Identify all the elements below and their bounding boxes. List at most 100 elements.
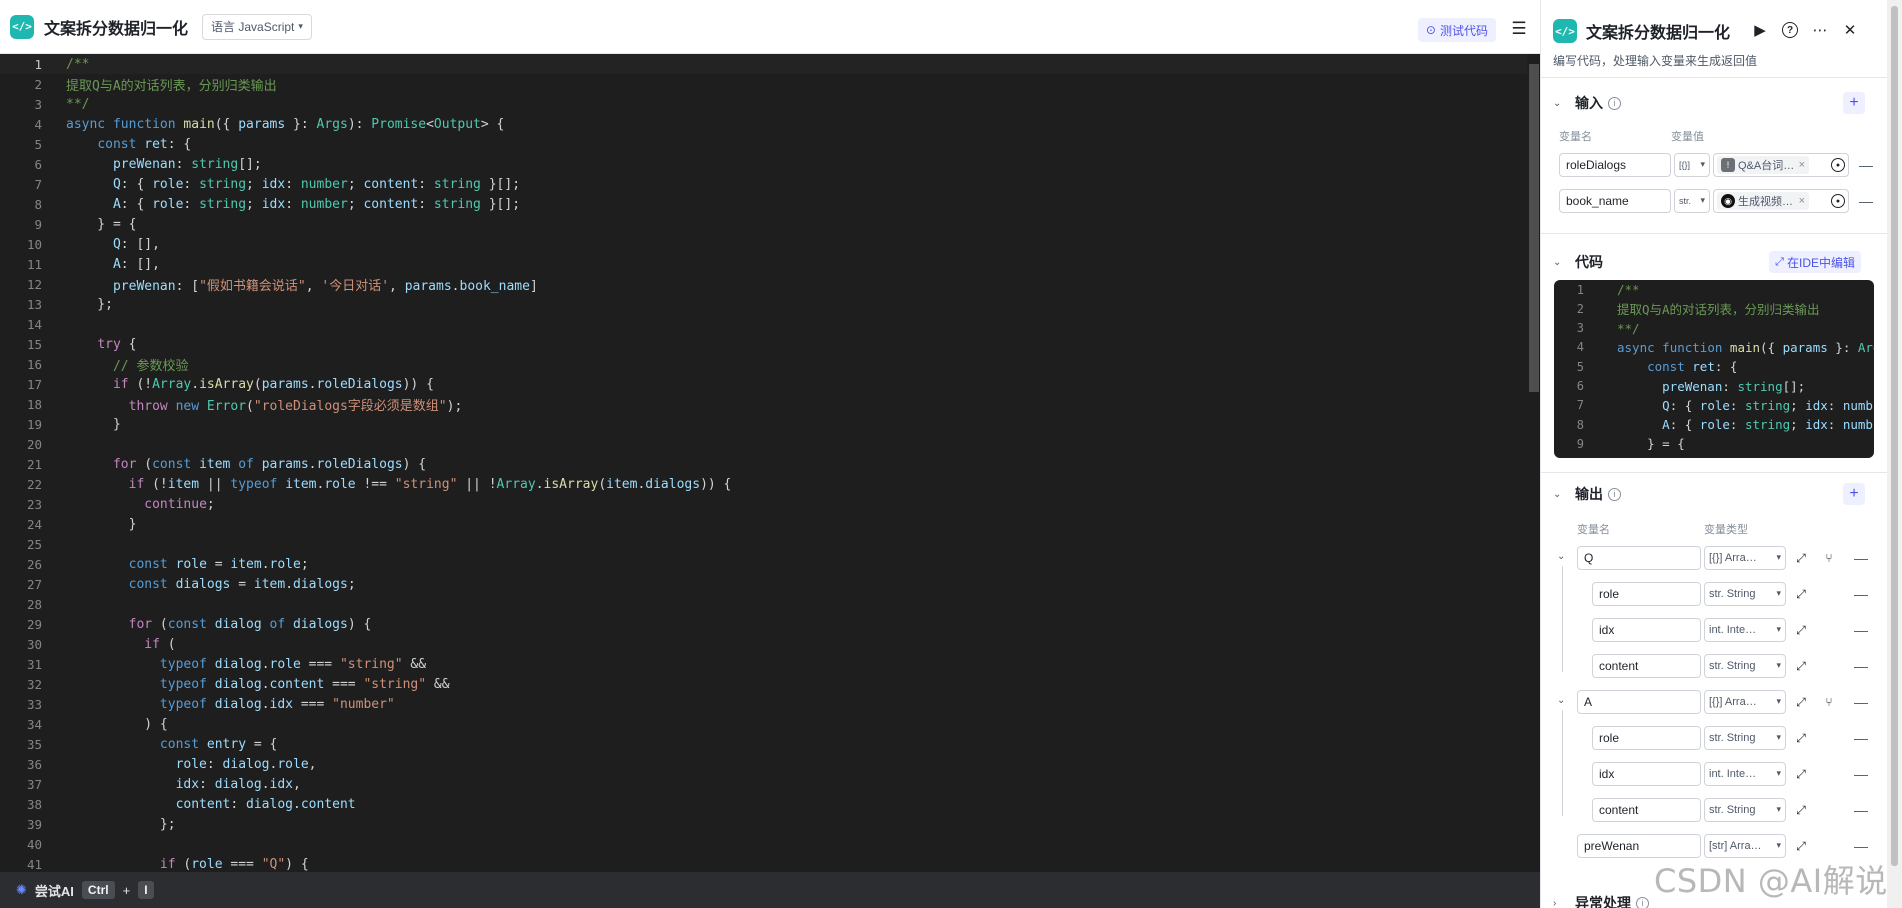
remove-output-icon[interactable]: —: [1854, 694, 1868, 710]
expand-icon[interactable]: ⤢: [1793, 802, 1809, 818]
expand-icon[interactable]: ⤢: [1793, 766, 1809, 782]
code-line[interactable]: 23 continue;: [0, 494, 1528, 514]
chevron-down-icon[interactable]: ⌄: [1553, 489, 1569, 500]
reference-tag[interactable]: ! Q&A台词… ×: [1717, 156, 1809, 174]
chevron-down-icon[interactable]: ⌄: [1557, 551, 1565, 562]
code-line[interactable]: 30 if (: [0, 634, 1528, 654]
code-line[interactable]: 16 // 参数校验: [0, 354, 1528, 374]
add-child-icon[interactable]: ⑂: [1821, 694, 1837, 710]
target-icon[interactable]: ●: [1831, 194, 1845, 208]
output-variable-name[interactable]: content: [1592, 654, 1701, 678]
output-type-select[interactable]: [{}] Arra… ▾: [1704, 546, 1786, 570]
output-type-select[interactable]: [{}] Arra… ▾: [1704, 690, 1786, 714]
code-line[interactable]: 13 };: [0, 294, 1528, 314]
test-code-button[interactable]: ⊙ 测试代码: [1417, 18, 1496, 42]
output-type-select[interactable]: [str] Arra… ▾: [1704, 834, 1786, 858]
editor-scrollbar[interactable]: [1529, 64, 1539, 392]
code-line[interactable]: 22 if (!item || typeof item.role !== "st…: [0, 474, 1528, 494]
target-icon[interactable]: ●: [1831, 158, 1845, 172]
code-line[interactable]: 18 throw new Error("roleDialogs字段必须是数组")…: [0, 394, 1528, 414]
code-preview[interactable]: 1 /** 2 提取Q与A的对话列表，分别归类输出 3 **/ 4 async functio…: [1554, 280, 1874, 458]
expand-icon[interactable]: ⤢: [1793, 730, 1809, 746]
language-select[interactable]: 语言 JavaScript ▾: [202, 13, 312, 40]
close-icon[interactable]: ×: [1799, 195, 1805, 207]
chevron-down-icon[interactable]: ⌄: [1557, 695, 1565, 706]
edit-in-ide-button[interactable]: ⤢ 在IDE中编辑: [1769, 251, 1861, 273]
expand-icon[interactable]: ⤢: [1793, 550, 1809, 566]
add-child-icon[interactable]: ⑂: [1821, 550, 1837, 566]
output-variable-name[interactable]: Q: [1577, 546, 1701, 570]
code-line[interactable]: 35 const entry = {: [0, 734, 1528, 754]
input-variable-name[interactable]: book_name: [1559, 189, 1671, 213]
output-section-header[interactable]: ⌄ 输出 i +: [1553, 483, 1873, 505]
code-line[interactable]: 33 typeof dialog.idx === "number": [0, 694, 1528, 714]
remove-output-icon[interactable]: —: [1854, 550, 1868, 566]
code-line[interactable]: 17 if (!Array.isArray(params.roleDialogs…: [0, 374, 1528, 394]
remove-input-icon[interactable]: —: [1859, 157, 1873, 173]
remove-output-icon[interactable]: —: [1854, 622, 1868, 638]
code-line[interactable]: 8 A: { role: string; idx: number; conten…: [0, 194, 1528, 214]
play-icon[interactable]: ▶: [1749, 19, 1771, 41]
code-line[interactable]: 9 } = {: [0, 214, 1528, 234]
code-line[interactable]: 39 };: [0, 814, 1528, 834]
expand-icon[interactable]: ⤢: [1793, 622, 1809, 638]
remove-input-icon[interactable]: —: [1859, 193, 1873, 209]
code-line[interactable]: 2 提取Q与A的对话列表，分别归类输出: [0, 74, 1528, 94]
code-line[interactable]: 20: [0, 434, 1528, 454]
output-type-select[interactable]: str. String ▾: [1704, 582, 1786, 606]
code-line[interactable]: 7 Q: { role: string; idx: number; conten…: [0, 174, 1528, 194]
code-line[interactable]: 36 role: dialog.role,: [0, 754, 1528, 774]
remove-output-icon[interactable]: —: [1854, 658, 1868, 674]
code-line[interactable]: 27 const dialogs = item.dialogs;: [0, 574, 1528, 594]
remove-output-icon[interactable]: —: [1854, 838, 1868, 854]
code-line[interactable]: 24 }: [0, 514, 1528, 534]
remove-output-icon[interactable]: —: [1854, 802, 1868, 818]
code-line[interactable]: 40: [0, 834, 1528, 854]
code-line[interactable]: 31 typeof dialog.role === "string" &&: [0, 654, 1528, 674]
output-type-select[interactable]: str. String ▾: [1704, 654, 1786, 678]
code-line[interactable]: 32 typeof dialog.content === "string" &&: [0, 674, 1528, 694]
code-line[interactable]: 21 for (const item of params.roleDialogs…: [0, 454, 1528, 474]
ai-assist-bar[interactable]: ✺ 尝试AI Ctrl + I: [0, 872, 1540, 908]
code-line[interactable]: 15 try {: [0, 334, 1528, 354]
code-line[interactable]: 4 async function main({ params }: Args): …: [0, 114, 1528, 134]
page-scrollbar[interactable]: [1891, 6, 1898, 866]
reference-tag[interactable]: ◉ 生成视频… ×: [1717, 192, 1809, 210]
expand-icon[interactable]: ⤢: [1793, 838, 1809, 854]
info-icon[interactable]: i: [1636, 896, 1649, 908]
output-type-select[interactable]: str. String ▾: [1704, 798, 1786, 822]
help-icon[interactable]: ?: [1779, 19, 1801, 41]
chevron-down-icon[interactable]: ⌄: [1553, 98, 1569, 109]
code-line[interactable]: 12 preWenan: ["假如书籍会说话", '今日对话', params.…: [0, 274, 1528, 294]
code-line[interactable]: 11 A: [],: [0, 254, 1528, 274]
output-variable-name[interactable]: idx: [1592, 618, 1701, 642]
code-line[interactable]: 19 }: [0, 414, 1528, 434]
code-line[interactable]: 38 content: dialog.content: [0, 794, 1528, 814]
code-section-header[interactable]: ⌄ 代码 ⤢ 在IDE中编辑: [1553, 251, 1873, 273]
input-section-header[interactable]: ⌄ 输入 i +: [1553, 92, 1873, 114]
add-output-button[interactable]: +: [1843, 483, 1865, 505]
remove-output-icon[interactable]: —: [1854, 766, 1868, 782]
input-variable-name[interactable]: roleDialogs: [1559, 153, 1671, 177]
more-icon[interactable]: ⋯: [1809, 19, 1831, 41]
code-line[interactable]: 10 Q: [],: [0, 234, 1528, 254]
info-icon[interactable]: i: [1608, 487, 1621, 501]
code-line[interactable]: 41 if (role === "Q") {: [0, 854, 1528, 872]
info-icon[interactable]: i: [1608, 96, 1621, 110]
code-line[interactable]: 14: [0, 314, 1528, 334]
close-icon[interactable]: ✕: [1839, 19, 1861, 41]
code-line[interactable]: 25: [0, 534, 1528, 554]
code-line[interactable]: 5 const ret: {: [0, 134, 1528, 154]
output-variable-name[interactable]: content: [1592, 798, 1701, 822]
expand-icon[interactable]: ⤢: [1793, 586, 1809, 602]
code-line[interactable]: 6 preWenan: string[];: [0, 154, 1528, 174]
output-variable-name[interactable]: idx: [1592, 762, 1701, 786]
input-type-select[interactable]: [{}] ▾: [1674, 153, 1710, 177]
output-variable-name[interactable]: role: [1592, 582, 1701, 606]
add-input-button[interactable]: +: [1843, 92, 1865, 114]
chevron-right-icon[interactable]: ›: [1553, 898, 1569, 908]
output-type-select[interactable]: int. Inte… ▾: [1704, 618, 1786, 642]
close-icon[interactable]: ×: [1799, 159, 1805, 171]
remove-output-icon[interactable]: —: [1854, 586, 1868, 602]
expand-icon[interactable]: ⤢: [1793, 658, 1809, 674]
